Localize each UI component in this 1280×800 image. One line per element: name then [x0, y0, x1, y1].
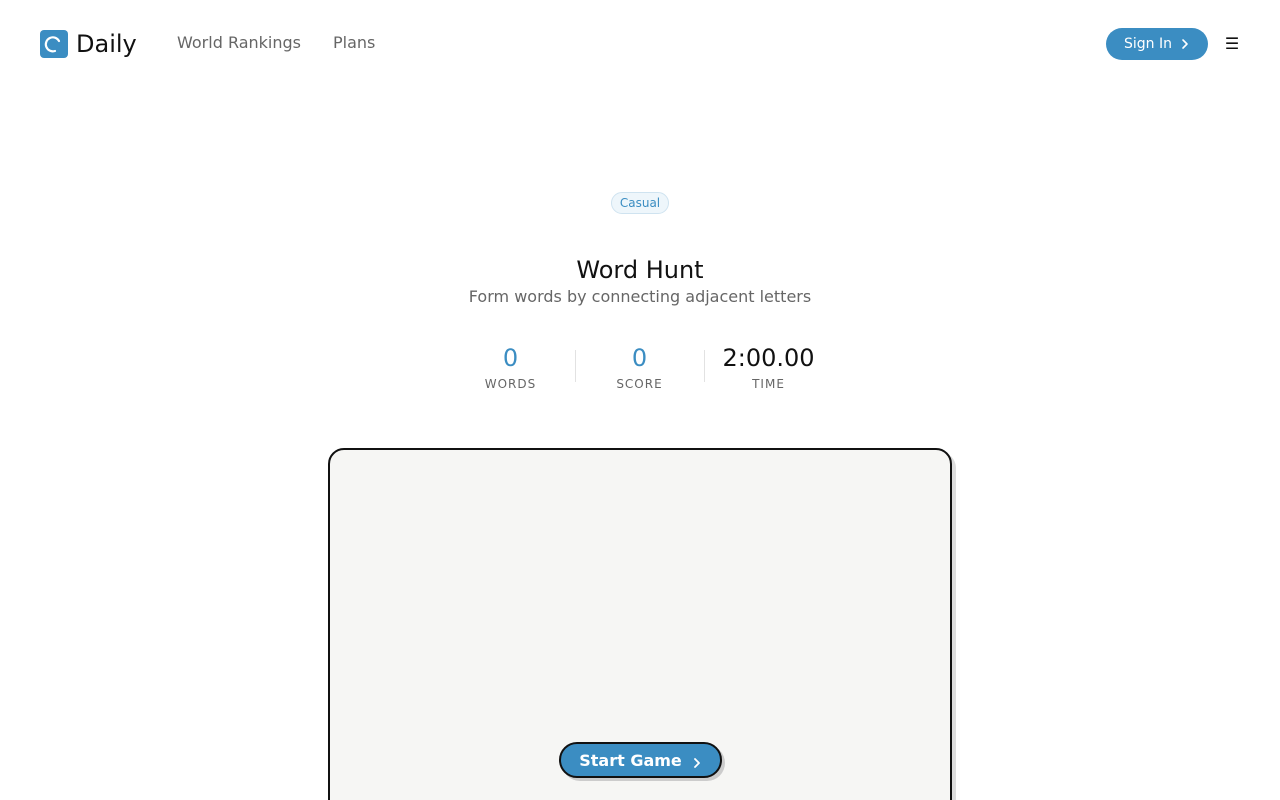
brand-logo[interactable]: Daily: [40, 28, 137, 60]
game-title: Word Hunt: [576, 256, 704, 284]
daily-logo-icon: [40, 30, 68, 58]
sign-in-label: Sign In: [1124, 36, 1172, 52]
chevron-right-icon: [1180, 38, 1190, 50]
nav-world-rankings[interactable]: World Rankings: [177, 33, 301, 53]
words-label: WORDS: [484, 377, 537, 391]
main-nav: World Rankings Plans: [177, 33, 375, 53]
stats-bar: 0 WORDS 0 SCORE 2:00.00 TIME: [446, 340, 834, 396]
time-value: 2:00.00: [722, 344, 815, 372]
stat-score: 0 SCORE: [575, 340, 704, 396]
stat-time: 2:00.00 TIME: [704, 340, 833, 396]
game-subtitle: Form words by connecting adjacent letter…: [468, 287, 812, 306]
score-label: SCORE: [616, 377, 663, 391]
hamburger-menu-icon[interactable]: ☰: [1224, 34, 1240, 54]
words-count: 0: [502, 344, 519, 372]
chevron-right-icon: [692, 754, 702, 768]
brand-name: Daily: [76, 30, 137, 58]
time-label: TIME: [752, 377, 785, 391]
score-value: 0: [631, 344, 648, 372]
stat-words: 0 WORDS: [446, 340, 575, 396]
nav-plans[interactable]: Plans: [333, 33, 375, 53]
start-game-label: Start Game: [579, 750, 682, 770]
start-game-button[interactable]: Start Game: [559, 742, 722, 778]
sign-in-button[interactable]: Sign In: [1106, 28, 1208, 60]
top-header: Daily World Rankings Plans Sign In ☰: [0, 0, 1280, 88]
difficulty-badge: Casual: [611, 192, 669, 214]
